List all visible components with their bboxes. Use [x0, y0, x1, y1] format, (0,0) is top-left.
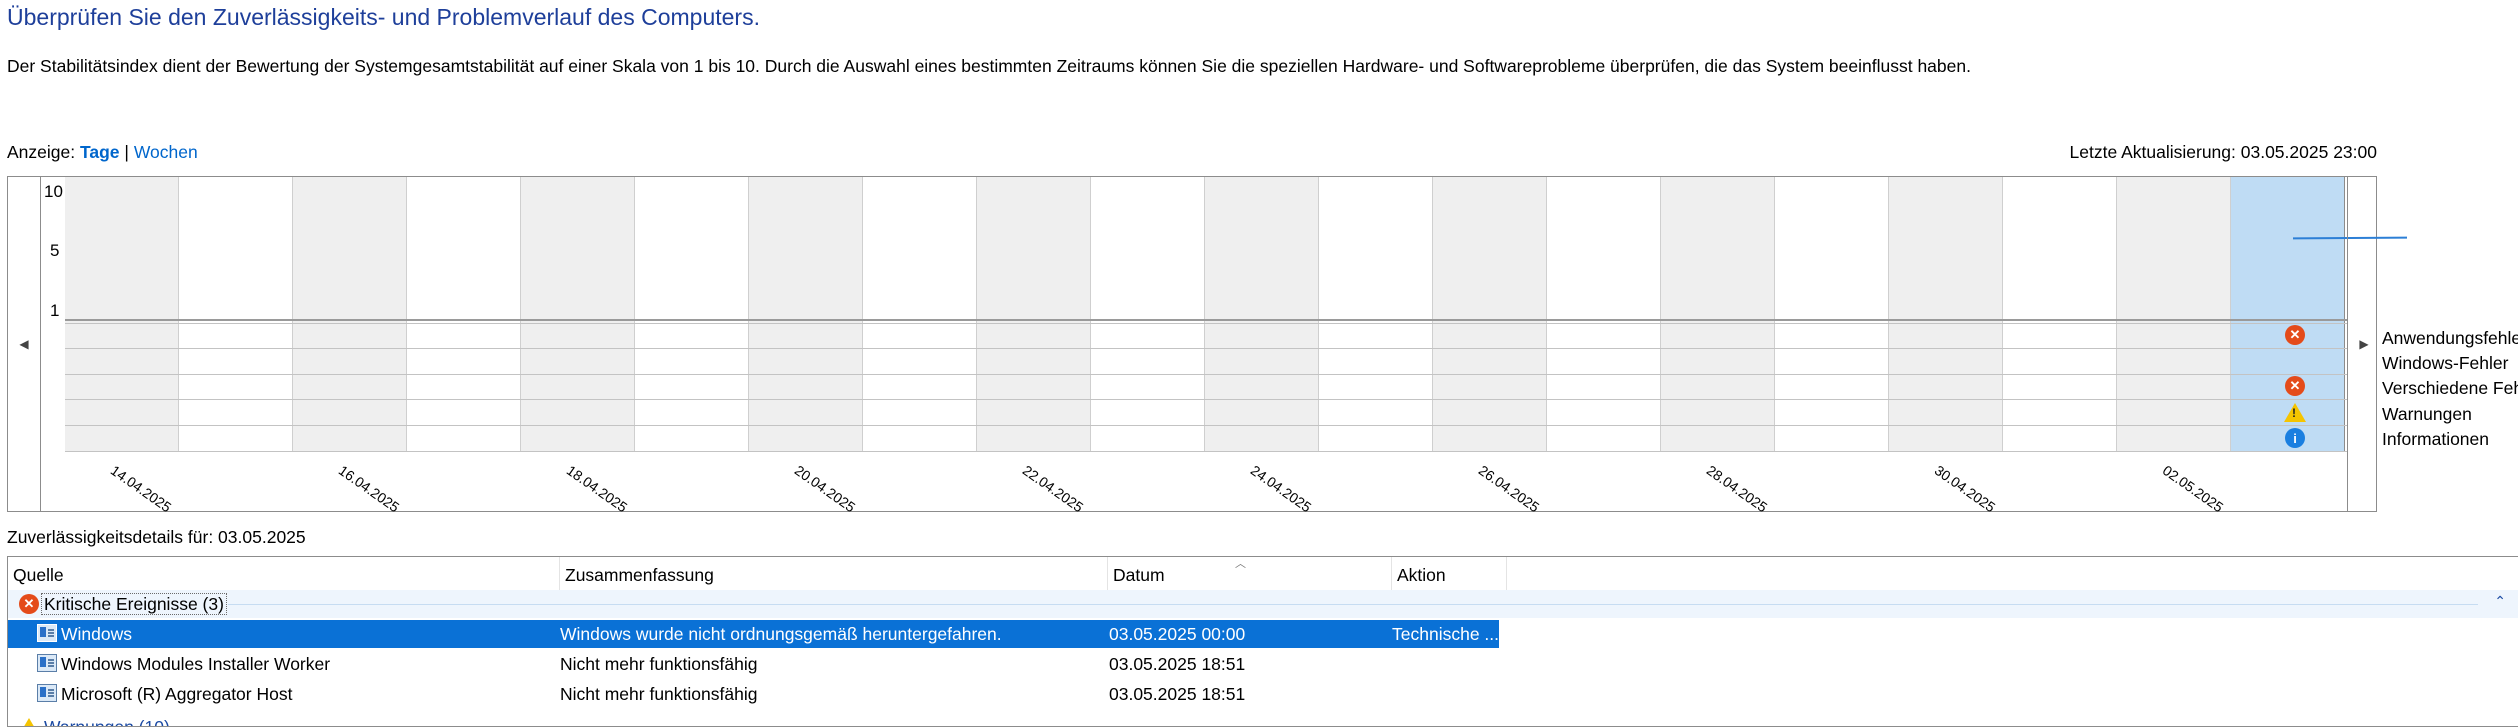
day-column[interactable] [2003, 177, 2117, 452]
day-column[interactable] [1775, 177, 1889, 452]
row-summary: Windows wurde nicht ordnungsgemäß herunt… [560, 624, 1002, 644]
column-action[interactable]: Aktion [1392, 557, 1507, 590]
day-column[interactable] [1889, 177, 2003, 452]
information-icon[interactable]: i [2285, 428, 2305, 448]
day-column[interactable] [749, 177, 863, 452]
y-tick-5: 5 [50, 241, 60, 260]
row-summary: Nicht mehr funktionsfähig [560, 654, 758, 674]
day-column[interactable] [1205, 177, 1319, 452]
row-date: 03.05.2025 18:51 [1109, 654, 1246, 674]
chart-columns[interactable] [65, 177, 2408, 511]
day-column[interactable] [2117, 177, 2231, 452]
sort-ascending-icon: ︿ [1235, 558, 1246, 570]
day-column[interactable] [977, 177, 1091, 452]
row-date: 03.05.2025 00:00 [1109, 624, 1246, 644]
row-line [65, 399, 2347, 400]
column-summary[interactable]: Zusammenfassung [560, 557, 1108, 590]
application-error-icon[interactable]: ✕ [2285, 325, 2305, 345]
collapse-chevron-icon[interactable]: ⌃ [2494, 593, 2506, 610]
group-label: Kritische Ereignisse (3) [41, 593, 227, 615]
y-tick-10: 10 [44, 182, 63, 201]
day-column[interactable] [293, 177, 407, 452]
page-description: Der Stabilitätsindex dient der Bewertung… [7, 56, 1971, 76]
row-source: Windows Modules Installer Worker [61, 654, 331, 674]
day-column[interactable] [1433, 177, 1547, 452]
column-source[interactable]: Quelle [8, 557, 560, 590]
y-tick-1: 1 [50, 301, 60, 320]
warning-icon[interactable]: ! [2284, 403, 2306, 422]
day-column[interactable] [1091, 177, 1205, 452]
application-icon [37, 624, 57, 642]
row-line [65, 451, 2347, 452]
row-line [65, 425, 2347, 426]
misc-error-icon[interactable]: ✕ [2285, 376, 2305, 396]
day-column[interactable] [1661, 177, 1775, 452]
day-column[interactable] [65, 177, 179, 452]
error-icon: ✕ [19, 594, 39, 614]
chart-scroll-right-button[interactable]: ▶ [2347, 177, 2380, 511]
row-line [65, 323, 2347, 324]
column-date[interactable]: Datum [1108, 557, 1392, 590]
day-column[interactable] [179, 177, 293, 452]
row-source: Microsoft (R) Aggregator Host [61, 684, 293, 704]
page-title: Überprüfen Sie den Zuverlässigkeits- und… [7, 4, 760, 30]
arrow-left-icon: ◀ [19, 337, 29, 351]
day-column[interactable] [1319, 177, 1433, 452]
application-icon [37, 654, 57, 672]
category-misc-errors: Verschiedene Feh [2382, 378, 2518, 398]
stability-chart: ◀ 10 5 1 ✕ ✕ ! i 14.04.2025 16.04.2025 18.… [7, 176, 2408, 515]
view-separator: | [124, 142, 129, 162]
row-summary: Nicht mehr funktionsfähig [560, 684, 758, 704]
day-column[interactable] [635, 177, 749, 452]
details-heading: Zuverlässigkeitsdetails für: 03.05.2025 [7, 527, 306, 547]
category-warnings: Warnungen [2382, 404, 2472, 424]
day-column[interactable] [407, 177, 521, 452]
category-information: Informationen [2382, 429, 2490, 449]
row-line [65, 374, 2347, 375]
category-application-errors: Anwendungsfehle [2382, 328, 2518, 348]
view-switcher: Anzeige: Tage | Wochen [7, 142, 198, 163]
day-column[interactable] [521, 177, 635, 452]
group-critical-events[interactable]: ✕ Kritische Ereignisse (3) ⌃ [8, 590, 2518, 618]
day-column[interactable] [1547, 177, 1661, 452]
table-row[interactable]: Windows Windows wurde nicht ordnungsgemä… [8, 620, 1499, 648]
row-source: Windows [61, 624, 132, 644]
group-label: Warnungen (10) [44, 717, 170, 727]
day-column[interactable] [863, 177, 977, 452]
last-update-text: Letzte Aktualisierung: 03.05.2025 23:00 [2069, 142, 2377, 162]
chart-divider [65, 319, 2347, 321]
chart-scroll-left-button[interactable]: ◀ [8, 177, 41, 511]
application-icon [37, 684, 57, 702]
view-weeks-link[interactable]: Wochen [134, 142, 198, 162]
row-action-link[interactable]: Technische ... [1392, 624, 1499, 645]
category-windows-errors: Windows-Fehler [2382, 353, 2509, 373]
details-table: Quelle Zusammenfassung Datum Aktion ︿ ✕ … [7, 556, 2518, 727]
view-label: Anzeige: [7, 142, 76, 162]
row-line [65, 348, 2347, 349]
row-date: 03.05.2025 18:51 [1109, 684, 1246, 704]
table-header: Quelle Zusammenfassung Datum Aktion ︿ [8, 557, 2518, 591]
warning-icon [19, 718, 39, 726]
arrow-right-icon: ▶ [2359, 337, 2369, 351]
view-days-link[interactable]: Tage [80, 142, 120, 162]
group-divider [228, 604, 2478, 605]
